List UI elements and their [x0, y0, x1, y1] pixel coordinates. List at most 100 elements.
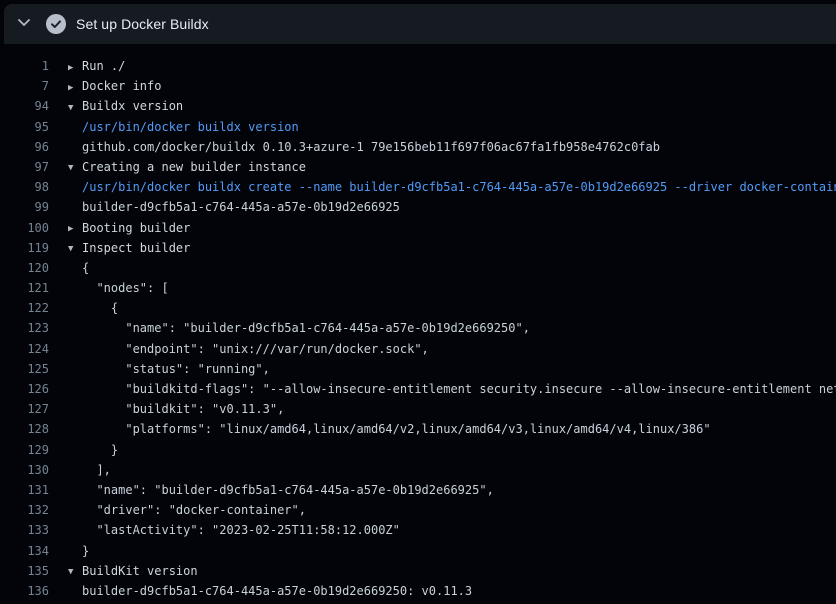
line-number-link[interactable]: 122	[0, 298, 49, 318]
log-text: Docker info	[82, 79, 161, 93]
log-text: /usr/bin/docker buildx version	[82, 120, 299, 134]
log-line-content: "name": "builder-d9cfb5a1-c764-445a-a57e…	[68, 318, 530, 338]
log-group-row[interactable]: 1 ▶Run ./	[0, 56, 836, 76]
line-number-link[interactable]: 7	[0, 76, 49, 96]
log-text: "buildkit": "v0.11.3",	[82, 402, 284, 416]
line-number-link[interactable]: 98	[0, 177, 49, 197]
line-number-link[interactable]: 136	[0, 581, 49, 601]
line-number-link[interactable]: 129	[0, 440, 49, 460]
log-line: 121 "nodes": [	[0, 278, 836, 298]
log-line: 122 {	[0, 298, 836, 318]
log-line-content: ▶Docker info	[68, 76, 161, 96]
log-line: 132 "driver": "docker-container",	[0, 500, 836, 520]
log-text: github.com/docker/buildx 0.10.3+azure-1 …	[82, 140, 660, 154]
group-expanded-triangle-icon[interactable]: ▼	[68, 158, 82, 177]
log-group-row[interactable]: 100 ▶Booting builder	[0, 218, 836, 238]
log-line-content: ▶Booting builder	[68, 218, 190, 238]
log-line: 128 "platforms": "linux/amd64,linux/amd6…	[0, 419, 836, 439]
log-line-content: }	[68, 440, 118, 460]
log-line-content: }	[68, 541, 89, 561]
log-line-content: "name": "builder-d9cfb5a1-c764-445a-a57e…	[68, 480, 494, 500]
log-text: "platforms": "linux/amd64,linux/amd64/v2…	[82, 422, 711, 436]
line-number-link[interactable]: 132	[0, 500, 49, 520]
log-text: "endpoint": "unix:///var/run/docker.sock…	[82, 342, 429, 356]
group-collapsed-triangle-icon[interactable]: ▶	[68, 58, 82, 77]
log-line-content: ▼BuildKit version	[68, 561, 198, 581]
log-text: Buildx version	[82, 99, 183, 113]
line-number-link[interactable]: 121	[0, 278, 49, 298]
log-text: "nodes": [	[82, 281, 169, 295]
log-line: 133 "lastActivity": "2023-02-25T11:58:12…	[0, 520, 836, 540]
line-number-link[interactable]: 130	[0, 460, 49, 480]
line-number-link[interactable]: 135	[0, 561, 49, 581]
line-number-link[interactable]: 123	[0, 318, 49, 338]
log-text: "name": "builder-d9cfb5a1-c764-445a-a57e…	[82, 321, 530, 335]
log-line-content: ▼Creating a new builder instance	[68, 157, 306, 177]
line-number-link[interactable]: 99	[0, 197, 49, 217]
group-collapsed-triangle-icon[interactable]: ▶	[68, 219, 82, 238]
line-number-link[interactable]: 131	[0, 480, 49, 500]
line-number-link[interactable]: 97	[0, 157, 49, 177]
line-number-link[interactable]: 133	[0, 520, 49, 540]
log-line-content: "driver": "docker-container",	[68, 500, 306, 520]
line-number-link[interactable]: 95	[0, 117, 49, 137]
line-number-link[interactable]: 127	[0, 399, 49, 419]
log-line-content: /usr/bin/docker buildx version	[68, 117, 299, 137]
log-text: "buildkitd-flags": "--allow-insecure-ent…	[82, 382, 836, 396]
step-header[interactable]: Set up Docker Buildx	[4, 4, 836, 44]
log-text: Inspect builder	[82, 241, 190, 255]
group-expanded-triangle-icon[interactable]: ▼	[68, 562, 82, 581]
log-line: 127 "buildkit": "v0.11.3",	[0, 399, 836, 419]
collapse-step-button[interactable]	[16, 16, 32, 32]
log-group-row[interactable]: 7 ▶Docker info	[0, 76, 836, 96]
line-number-link[interactable]: 125	[0, 359, 49, 379]
log-text: builder-d9cfb5a1-c764-445a-a57e-0b19d2e6…	[82, 200, 400, 214]
log-lines: 1▶Run ./7▶Docker info94▼Buildx version95…	[0, 44, 836, 604]
line-number-link[interactable]: 126	[0, 379, 49, 399]
log-line-content: "buildkit": "v0.11.3",	[68, 399, 284, 419]
log-text: }	[82, 443, 118, 457]
line-number-link[interactable]: 120	[0, 258, 49, 278]
log-text: Booting builder	[82, 221, 190, 235]
log-group-row[interactable]: 97 ▼Creating a new builder instance	[0, 157, 836, 177]
workflow-log-viewer: Set up Docker Buildx 1▶Run ./7▶Docker in…	[0, 0, 836, 604]
line-number-link[interactable]: 100	[0, 218, 49, 238]
group-collapsed-triangle-icon[interactable]: ▶	[68, 78, 82, 97]
log-line-content: {	[68, 298, 118, 318]
log-text: BuildKit version	[82, 564, 198, 578]
log-text: ],	[82, 463, 111, 477]
log-line-content: "status": "running",	[68, 359, 270, 379]
line-number-link[interactable]: 134	[0, 541, 49, 561]
log-line-content: github.com/docker/buildx 0.10.3+azure-1 …	[68, 137, 660, 157]
log-text: {	[82, 261, 89, 275]
log-text: builder-d9cfb5a1-c764-445a-a57e-0b19d2e6…	[82, 584, 472, 598]
log-line-content: "nodes": [	[68, 278, 169, 298]
log-text: "name": "builder-d9cfb5a1-c764-445a-a57e…	[82, 483, 494, 497]
log-line: 124 "endpoint": "unix:///var/run/docker.…	[0, 339, 836, 359]
line-number-link[interactable]: 94	[0, 96, 49, 116]
group-expanded-triangle-icon[interactable]: ▼	[68, 98, 82, 117]
log-line: 134}	[0, 541, 836, 561]
log-text: "lastActivity": "2023-02-25T11:58:12.000…	[82, 523, 400, 537]
line-number-link[interactable]: 1	[0, 56, 49, 76]
line-number-link[interactable]: 96	[0, 137, 49, 157]
line-number-link[interactable]: 119	[0, 238, 49, 258]
log-line-content: ▼Buildx version	[68, 96, 183, 116]
log-group-row[interactable]: 135 ▼BuildKit version	[0, 561, 836, 581]
log-group-row[interactable]: 119 ▼Inspect builder	[0, 238, 836, 258]
step-title: Set up Docker Buildx	[76, 16, 209, 32]
log-line-content: builder-d9cfb5a1-c764-445a-a57e-0b19d2e6…	[68, 197, 400, 217]
log-text: "status": "running",	[82, 362, 270, 376]
group-expanded-triangle-icon[interactable]: ▼	[68, 239, 82, 258]
log-line: 130 ],	[0, 460, 836, 480]
log-line: 98/usr/bin/docker buildx create --name b…	[0, 177, 836, 197]
log-line: 125 "status": "running",	[0, 359, 836, 379]
log-text: "driver": "docker-container",	[82, 503, 306, 517]
log-text: }	[82, 544, 89, 558]
log-text: Run ./	[82, 59, 125, 73]
line-number-link[interactable]: 124	[0, 339, 49, 359]
log-group-row[interactable]: 94 ▼Buildx version	[0, 96, 836, 116]
line-number-link[interactable]: 128	[0, 419, 49, 439]
log-line-content: "lastActivity": "2023-02-25T11:58:12.000…	[68, 520, 400, 540]
log-line: 126 "buildkitd-flags": "--allow-insecure…	[0, 379, 836, 399]
